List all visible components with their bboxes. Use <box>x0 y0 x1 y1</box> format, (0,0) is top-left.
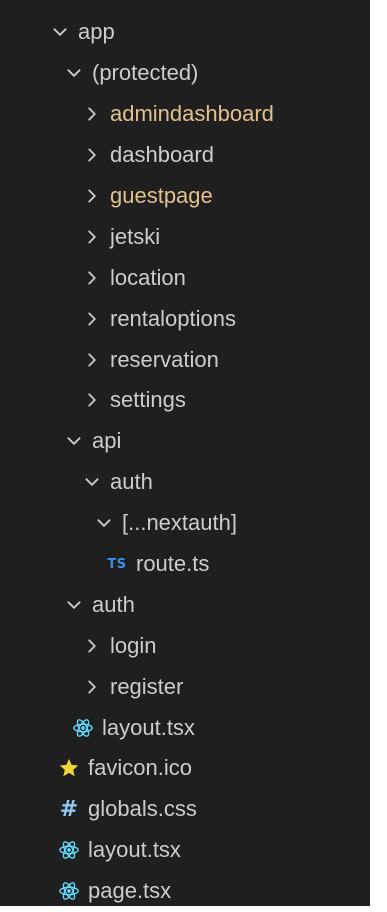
tree-folder-0[interactable]: app <box>0 12 370 53</box>
tree-item-label: login <box>110 632 157 658</box>
tree-folder-8[interactable]: reservation <box>0 339 370 380</box>
tree-folder-9[interactable]: settings <box>0 380 370 421</box>
tree-item-label: favicon.ico <box>88 755 192 781</box>
tree-file-19[interactable]: # globals.css <box>0 789 370 830</box>
hash-icon: # <box>56 796 82 822</box>
chevron-down-icon[interactable] <box>48 20 72 44</box>
tree-item-label: (protected) <box>92 60 199 86</box>
tree-item-label: page.tsx <box>88 878 172 904</box>
tree-item-label: route.ts <box>136 551 210 577</box>
chevron-down-icon[interactable] <box>62 429 86 453</box>
tree-item-label: app <box>78 19 115 45</box>
hash-glyph: # <box>59 796 79 822</box>
tree-item-label: register <box>110 673 184 699</box>
chevron-right-icon[interactable] <box>80 266 104 290</box>
tree-folder-11[interactable]: auth <box>0 462 370 503</box>
file-explorer: app (protected) admindashboard dashboard gue… <box>0 0 370 906</box>
typescript-badge: TS <box>107 556 127 572</box>
tree-folder-15[interactable]: login <box>0 625 370 666</box>
tree-folder-1[interactable]: (protected) <box>0 53 370 94</box>
tree-item-label: rentaloptions <box>110 305 236 331</box>
tree-item-label: admindashboard <box>110 101 274 127</box>
chevron-right-icon[interactable] <box>80 675 104 699</box>
chevron-right-icon[interactable] <box>80 102 104 126</box>
file-tree: app (protected) admindashboard dashboard gue… <box>0 12 370 912</box>
tree-item-label: api <box>92 428 122 454</box>
tree-item-label: [...nextauth] <box>122 510 237 536</box>
chevron-down-icon[interactable] <box>62 61 86 85</box>
chevron-right-icon[interactable] <box>80 143 104 167</box>
tree-item-label: settings <box>110 387 186 413</box>
tree-file-20[interactable]: layout.tsx <box>0 830 370 871</box>
tree-item-label: layout.tsx <box>102 714 195 740</box>
tree-item-label: location <box>110 264 186 290</box>
chevron-right-icon[interactable] <box>80 184 104 208</box>
tree-item-label: auth <box>92 591 135 617</box>
tree-item-label: reservation <box>110 346 219 372</box>
tree-item-label: globals.css <box>88 796 197 822</box>
chevron-right-icon[interactable] <box>80 225 104 249</box>
react-icon <box>56 879 82 903</box>
tree-file-21[interactable]: page.tsx <box>0 871 370 912</box>
chevron-down-icon[interactable] <box>80 470 104 494</box>
react-icon <box>56 838 82 862</box>
tree-item-label: jetski <box>110 223 161 249</box>
tree-folder-6[interactable]: location <box>0 257 370 298</box>
tree-folder-7[interactable]: rentaloptions <box>0 298 370 339</box>
chevron-right-icon[interactable] <box>80 388 104 412</box>
tree-folder-2[interactable]: admindashboard <box>0 94 370 135</box>
chevron-right-icon[interactable] <box>80 307 104 331</box>
chevron-down-icon[interactable] <box>92 511 116 535</box>
tree-folder-3[interactable]: dashboard <box>0 135 370 176</box>
tree-file-13[interactable]: TS route.ts <box>0 544 370 585</box>
tree-folder-16[interactable]: register <box>0 666 370 707</box>
tree-file-18[interactable]: favicon.ico <box>0 748 370 789</box>
tree-item-label: dashboard <box>110 142 214 168</box>
react-icon <box>70 716 96 740</box>
tree-folder-14[interactable]: auth <box>0 584 370 625</box>
typescript-icon: TS <box>104 552 130 576</box>
star-icon <box>56 756 82 780</box>
tree-item-label: guestpage <box>110 183 213 208</box>
tree-file-17[interactable]: layout.tsx <box>0 707 370 748</box>
chevron-down-icon[interactable] <box>62 593 86 617</box>
tree-folder-12[interactable]: [...nextauth] <box>0 503 370 544</box>
chevron-right-icon[interactable] <box>80 634 104 658</box>
tree-folder-5[interactable]: jetski <box>0 216 370 257</box>
tree-folder-10[interactable]: api <box>0 421 370 462</box>
tree-item-label: layout.tsx <box>88 837 181 863</box>
tree-folder-4[interactable]: guestpage <box>0 176 370 217</box>
tree-item-label: auth <box>110 469 153 495</box>
chevron-right-icon[interactable] <box>80 348 104 372</box>
